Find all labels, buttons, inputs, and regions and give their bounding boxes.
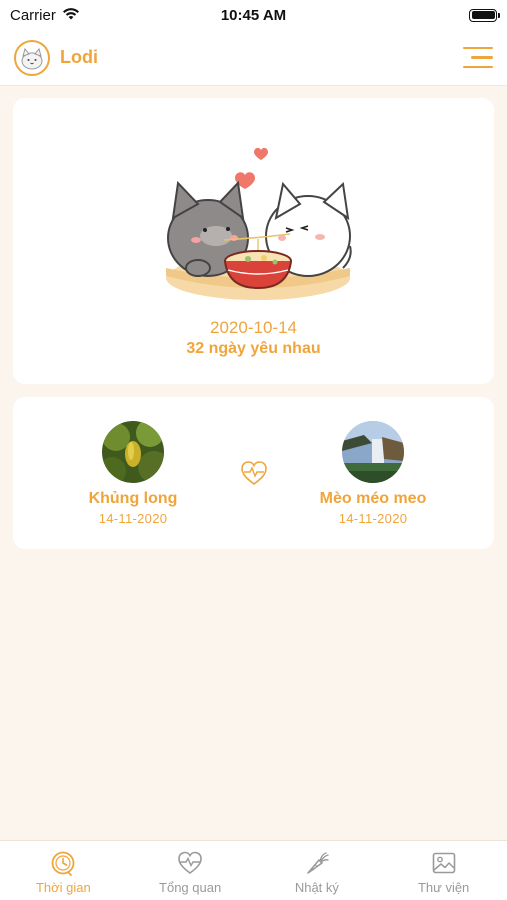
tab-tong-quan[interactable]: Tổng quan [127, 841, 254, 900]
status-bar: Carrier 10:45 AM [0, 0, 507, 30]
name-right: Mèo méo meo [319, 490, 427, 507]
clock-icon [51, 851, 75, 876]
tab-thoi-gian[interactable]: Thời gian [0, 841, 127, 900]
name-left: Khủng long [88, 490, 178, 507]
cats-eating-noodles-illustration [158, 118, 358, 308]
tab-bar: Thời gian Tổng quan Nhật ký Thư viện [0, 840, 507, 900]
tab-label-thu-vien: Thư viện [417, 880, 470, 895]
avatar-right[interactable] [342, 421, 404, 483]
hamburger-menu-icon[interactable] [461, 46, 493, 69]
status-left: Carrier [10, 7, 80, 24]
heart-pulse-icon [240, 460, 268, 491]
brand: Lodi [14, 39, 98, 76]
tab-label-tong-quan: Tổng quan [159, 880, 222, 895]
app-title: Lodi [60, 47, 98, 67]
carrier-label: Carrier [10, 6, 56, 24]
image-icon [432, 852, 455, 874]
start-date: 2020-10-14 [210, 318, 297, 337]
love-counter-card: 2020-10-14 32 ngày yêu nhau [13, 98, 494, 384]
tab-label-thoi-gian: Thời gian [35, 880, 91, 895]
carrot-pen-icon [307, 852, 329, 874]
battery-icon [469, 8, 500, 22]
wifi-icon [62, 7, 80, 24]
person-left[interactable]: Khủng long 14-11-2020 [43, 421, 223, 526]
tab-label-nhat-ky: Nhật ký [294, 880, 339, 895]
cat-logo-icon[interactable] [14, 39, 50, 76]
birthday-left: 14-11-2020 [98, 511, 168, 526]
tab-nhat-ky[interactable]: Nhật ký [254, 841, 381, 900]
birthday-right: 14-11-2020 [338, 511, 408, 526]
days-together: 32 ngày yêu nhau [186, 340, 321, 357]
heart-pulse-icon [178, 851, 202, 874]
person-right[interactable]: Mèo méo meo 14-11-2020 [283, 421, 463, 526]
status-time: 10:45 AM [220, 6, 287, 24]
couple-card: Khủng long 14-11-2020 Mèo méo meo 14-11-… [13, 397, 494, 549]
tab-thu-vien[interactable]: Thư viện [380, 841, 507, 900]
app-header: Lodi [0, 30, 507, 86]
avatar-left[interactable] [102, 421, 164, 483]
